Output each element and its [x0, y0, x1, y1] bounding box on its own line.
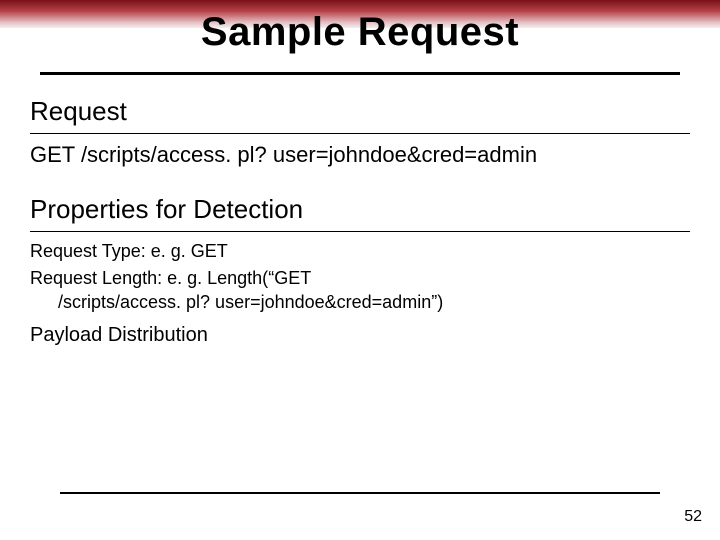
prop-request-length: Request Length: e. g. Length(“GET /scrip… — [30, 267, 690, 314]
section-divider-2 — [30, 231, 690, 232]
section-heading-request: Request — [30, 96, 690, 127]
section-properties: Properties for Detection Request Type: e… — [30, 194, 690, 348]
request-line: GET /scripts/access. pl? user=johndoe&cr… — [30, 142, 690, 168]
req-length-inner-rest: /scripts/access. pl? user=johndoe&cred=a… — [58, 292, 431, 312]
section-divider-1 — [30, 133, 690, 134]
req-length-inner-wrap: /scripts/access. pl? user=johndoe&cred=a… — [30, 291, 690, 314]
section-heading-properties: Properties for Detection — [30, 194, 690, 225]
prop-request-type: Request Type: e. g. GET — [30, 240, 690, 263]
footer-divider — [60, 492, 660, 494]
req-length-inner-start: GET — [274, 268, 311, 288]
page-number: 52 — [684, 508, 702, 526]
slide: Sample Request Request GET /scripts/acce… — [0, 0, 720, 540]
title-divider — [40, 72, 680, 75]
slide-title: Sample Request — [0, 10, 720, 55]
req-length-prefix: Request Length: e. g. Length( — [30, 268, 268, 288]
req-length-close: ”) — [431, 292, 443, 312]
slide-body: Request GET /scripts/access. pl? user=jo… — [30, 96, 690, 348]
prop-payload-distribution: Payload Distribution — [30, 322, 690, 348]
